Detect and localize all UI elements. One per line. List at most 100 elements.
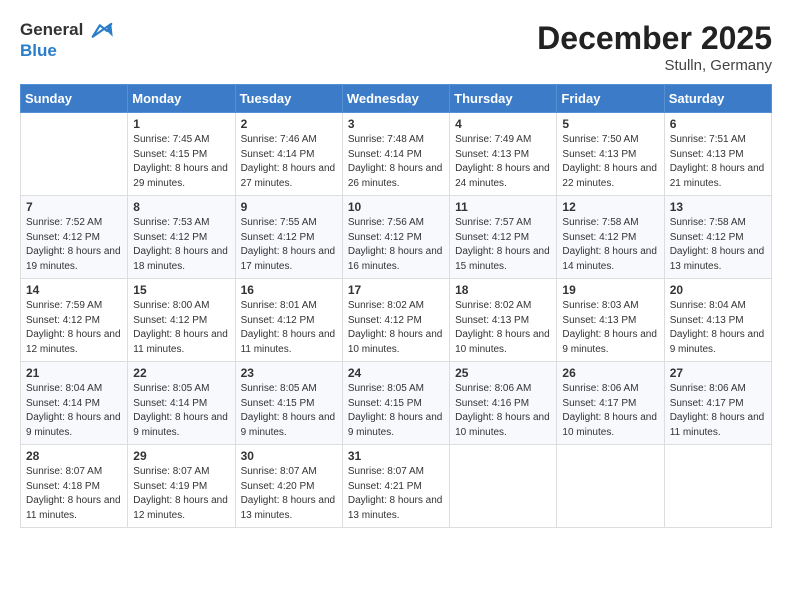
- daylight-text: Daylight: 8 hours and 9 minutes.: [348, 412, 443, 438]
- calendar-table: SundayMondayTuesdayWednesdayThursdayFrid…: [20, 84, 772, 528]
- day-info: Sunrise: 8:03 AMSunset: 4:13 PMDaylight:…: [562, 299, 658, 357]
- day-number: 31: [348, 449, 444, 463]
- daylight-text: Daylight: 8 hours and 9 minutes.: [26, 412, 121, 438]
- calendar-week-row: 14Sunrise: 7:59 AMSunset: 4:12 PMDayligh…: [21, 279, 772, 362]
- day-info: Sunrise: 8:06 AMSunset: 4:17 PMDaylight:…: [562, 382, 658, 440]
- sunset-text: Sunset: 4:15 PM: [348, 398, 422, 409]
- day-info: Sunrise: 8:05 AMSunset: 4:14 PMDaylight:…: [133, 382, 229, 440]
- calendar-cell: 25 Sunrise: 8:06 AMSunset: 4:16 PMDayligh…: [450, 362, 557, 445]
- sunrise-text: Sunrise: 8:02 AM: [348, 300, 424, 311]
- sunrise-text: Sunrise: 8:04 AM: [670, 300, 746, 311]
- sunrise-text: Sunrise: 7:53 AM: [133, 217, 209, 228]
- calendar-cell: 27 Sunrise: 8:06 AMSunset: 4:17 PMDayligh…: [664, 362, 771, 445]
- sunset-text: Sunset: 4:21 PM: [348, 481, 422, 492]
- daylight-text: Daylight: 8 hours and 11 minutes.: [670, 412, 765, 438]
- sunset-text: Sunset: 4:17 PM: [670, 398, 744, 409]
- sunrise-text: Sunrise: 7:52 AM: [26, 217, 102, 228]
- calendar-cell: 14Sunrise: 7:59 AMSunset: 4:12 PMDayligh…: [21, 279, 128, 362]
- day-number: 27: [670, 366, 766, 380]
- sunset-text: Sunset: 4:17 PM: [562, 398, 636, 409]
- calendar-cell: 13Sunrise: 7:58 AMSunset: 4:12 PMDayligh…: [664, 196, 771, 279]
- day-info: Sunrise: 8:06 AMSunset: 4:16 PMDaylight:…: [455, 382, 551, 440]
- day-number: 29: [133, 449, 229, 463]
- day-number: 21: [26, 366, 122, 380]
- day-number: 5: [562, 117, 658, 131]
- day-info: Sunrise: 7:57 AMSunset: 4:12 PMDaylight:…: [455, 216, 551, 274]
- weekday-header-friday: Friday: [557, 85, 664, 113]
- daylight-text: Daylight: 8 hours and 18 minutes.: [133, 246, 228, 272]
- day-number: 17: [348, 283, 444, 297]
- sunrise-text: Sunrise: 7:49 AM: [455, 134, 531, 145]
- daylight-text: Daylight: 8 hours and 13 minutes.: [241, 495, 336, 521]
- calendar-cell: 1Sunrise: 7:45 AMSunset: 4:15 PMDaylight…: [128, 113, 235, 196]
- day-info: Sunrise: 7:55 AMSunset: 4:12 PMDaylight:…: [241, 216, 337, 274]
- sunset-text: Sunset: 4:12 PM: [241, 315, 315, 326]
- daylight-text: Daylight: 8 hours and 9 minutes.: [241, 412, 336, 438]
- day-info: Sunrise: 7:59 AMSunset: 4:12 PMDaylight:…: [26, 299, 122, 357]
- day-info: Sunrise: 8:06 AMSunset: 4:17 PMDaylight:…: [670, 382, 766, 440]
- sunrise-text: Sunrise: 8:03 AM: [562, 300, 638, 311]
- calendar-cell: 22Sunrise: 8:05 AMSunset: 4:14 PMDayligh…: [128, 362, 235, 445]
- sunset-text: Sunset: 4:14 PM: [26, 398, 100, 409]
- day-info: Sunrise: 8:07 AMSunset: 4:19 PMDaylight:…: [133, 465, 229, 523]
- weekday-header-wednesday: Wednesday: [342, 85, 449, 113]
- sunset-text: Sunset: 4:16 PM: [455, 398, 529, 409]
- day-info: Sunrise: 8:04 AMSunset: 4:13 PMDaylight:…: [670, 299, 766, 357]
- sunrise-text: Sunrise: 8:00 AM: [133, 300, 209, 311]
- sunset-text: Sunset: 4:13 PM: [455, 149, 529, 160]
- daylight-text: Daylight: 8 hours and 12 minutes.: [133, 495, 228, 521]
- day-info: Sunrise: 8:01 AMSunset: 4:12 PMDaylight:…: [241, 299, 337, 357]
- sunset-text: Sunset: 4:13 PM: [562, 315, 636, 326]
- sunset-text: Sunset: 4:12 PM: [26, 315, 100, 326]
- day-info: Sunrise: 8:07 AMSunset: 4:20 PMDaylight:…: [241, 465, 337, 523]
- calendar-cell: [664, 445, 771, 528]
- calendar-cell: 20Sunrise: 8:04 AMSunset: 4:13 PMDayligh…: [664, 279, 771, 362]
- day-number: 18: [455, 283, 551, 297]
- day-number: 25: [455, 366, 551, 380]
- day-info: Sunrise: 8:05 AMSunset: 4:15 PMDaylight:…: [241, 382, 337, 440]
- calendar-cell: 7Sunrise: 7:52 AMSunset: 4:12 PMDaylight…: [21, 196, 128, 279]
- day-number: 20: [670, 283, 766, 297]
- sunset-text: Sunset: 4:13 PM: [455, 315, 529, 326]
- calendar-cell: 5 Sunrise: 7:50 AMSunset: 4:13 PMDaylight…: [557, 113, 664, 196]
- calendar-cell: 2Sunrise: 7:46 AMSunset: 4:14 PMDaylight…: [235, 113, 342, 196]
- sunset-text: Sunset: 4:14 PM: [348, 149, 422, 160]
- sunset-text: Sunset: 4:13 PM: [670, 315, 744, 326]
- sunrise-text: Sunrise: 7:56 AM: [348, 217, 424, 228]
- logo-blue: Blue: [20, 41, 114, 61]
- sunset-text: Sunset: 4:12 PM: [133, 232, 207, 243]
- sunset-text: Sunset: 4:12 PM: [455, 232, 529, 243]
- day-number: 24: [348, 366, 444, 380]
- day-info: Sunrise: 7:50 AMSunset: 4:13 PMDaylight:…: [562, 133, 658, 191]
- sunrise-text: Sunrise: 8:02 AM: [455, 300, 531, 311]
- weekday-header-thursday: Thursday: [450, 85, 557, 113]
- calendar-cell: 8Sunrise: 7:53 AMSunset: 4:12 PMDaylight…: [128, 196, 235, 279]
- sunset-text: Sunset: 4:15 PM: [133, 149, 207, 160]
- daylight-text: Daylight: 8 hours and 10 minutes.: [348, 329, 443, 355]
- daylight-text: Daylight: 8 hours and 26 minutes.: [348, 163, 443, 189]
- weekday-header-sunday: Sunday: [21, 85, 128, 113]
- sunset-text: Sunset: 4:18 PM: [26, 481, 100, 492]
- day-info: Sunrise: 7:58 AMSunset: 4:12 PMDaylight:…: [670, 216, 766, 274]
- calendar-cell: 28Sunrise: 8:07 AMSunset: 4:18 PMDayligh…: [21, 445, 128, 528]
- calendar-cell: [21, 113, 128, 196]
- sunrise-text: Sunrise: 8:06 AM: [562, 383, 638, 394]
- calendar-cell: 3Sunrise: 7:48 AMSunset: 4:14 PMDaylight…: [342, 113, 449, 196]
- daylight-text: Daylight: 8 hours and 10 minutes.: [455, 412, 550, 438]
- calendar-cell: 6Sunrise: 7:51 AMSunset: 4:13 PMDaylight…: [664, 113, 771, 196]
- day-number: 4: [455, 117, 551, 131]
- weekday-header-monday: Monday: [128, 85, 235, 113]
- daylight-text: Daylight: 8 hours and 19 minutes.: [26, 246, 121, 272]
- calendar-cell: 26Sunrise: 8:06 AMSunset: 4:17 PMDayligh…: [557, 362, 664, 445]
- calendar-cell: [450, 445, 557, 528]
- sunrise-text: Sunrise: 8:04 AM: [26, 383, 102, 394]
- daylight-text: Daylight: 8 hours and 14 minutes.: [562, 246, 657, 272]
- logo: General Blue: [20, 20, 114, 60]
- sunset-text: Sunset: 4:14 PM: [133, 398, 207, 409]
- sunrise-text: Sunrise: 8:07 AM: [133, 466, 209, 477]
- calendar-week-row: 7Sunrise: 7:52 AMSunset: 4:12 PMDaylight…: [21, 196, 772, 279]
- daylight-text: Daylight: 8 hours and 15 minutes.: [455, 246, 550, 272]
- calendar-week-row: 1Sunrise: 7:45 AMSunset: 4:15 PMDaylight…: [21, 113, 772, 196]
- logo-icon: [90, 21, 114, 41]
- day-info: Sunrise: 8:05 AMSunset: 4:15 PMDaylight:…: [348, 382, 444, 440]
